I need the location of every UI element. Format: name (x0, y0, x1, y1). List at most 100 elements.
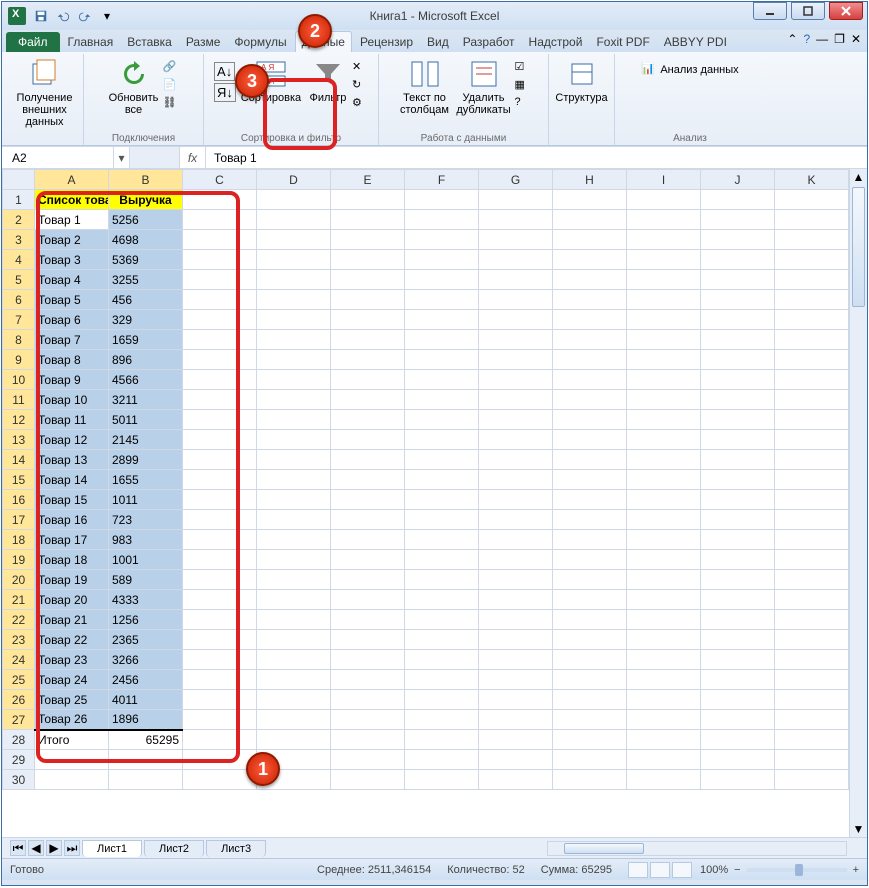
scroll-up-icon[interactable]: ▲ (850, 169, 867, 185)
cell-F19[interactable] (405, 550, 479, 570)
cell-E10[interactable] (331, 370, 405, 390)
cell-B7[interactable]: 329 (109, 310, 183, 330)
cell-A10[interactable]: Товар 9 (35, 370, 109, 390)
formula-input[interactable] (212, 150, 861, 166)
cell-H1[interactable] (553, 190, 627, 210)
cell-J12[interactable] (701, 410, 775, 430)
cell-D11[interactable] (257, 390, 331, 410)
row-head-23[interactable]: 23 (3, 630, 35, 650)
row-head-19[interactable]: 19 (3, 550, 35, 570)
cell-F29[interactable] (405, 750, 479, 770)
cell-B8[interactable]: 1659 (109, 330, 183, 350)
cell-E25[interactable] (331, 670, 405, 690)
cell-H17[interactable] (553, 510, 627, 530)
cell-I16[interactable] (627, 490, 701, 510)
cell-G14[interactable] (479, 450, 553, 470)
cell-G22[interactable] (479, 610, 553, 630)
cell-K1[interactable] (775, 190, 849, 210)
cell-J4[interactable] (701, 250, 775, 270)
tab-Данные[interactable]: Данные (295, 31, 352, 52)
cell-F3[interactable] (405, 230, 479, 250)
cell-C23[interactable] (183, 630, 257, 650)
cell-I27[interactable] (627, 710, 701, 730)
remove-duplicates-button[interactable]: Удалить дубликаты (455, 56, 513, 116)
cell-I5[interactable] (627, 270, 701, 290)
cell-B25[interactable]: 2456 (109, 670, 183, 690)
consolidate-button[interactable]: ▦ (515, 78, 531, 94)
cell-A7[interactable]: Товар 6 (35, 310, 109, 330)
cell-C20[interactable] (183, 570, 257, 590)
cell-K8[interactable] (775, 330, 849, 350)
cell-G26[interactable] (479, 690, 553, 710)
cell-G3[interactable] (479, 230, 553, 250)
cell-C3[interactable] (183, 230, 257, 250)
row-head-8[interactable]: 8 (3, 330, 35, 350)
cell-B4[interactable]: 5369 (109, 250, 183, 270)
cell-I3[interactable] (627, 230, 701, 250)
cell-A23[interactable]: Товар 22 (35, 630, 109, 650)
cell-C30[interactable] (183, 770, 257, 790)
row-head-3[interactable]: 3 (3, 230, 35, 250)
whatif-button[interactable]: ? (515, 96, 531, 112)
cell-K16[interactable] (775, 490, 849, 510)
row-head-17[interactable]: 17 (3, 510, 35, 530)
close-button[interactable] (829, 2, 863, 20)
cell-B16[interactable]: 1011 (109, 490, 183, 510)
row-head-10[interactable]: 10 (3, 370, 35, 390)
col-head-J[interactable]: J (701, 170, 775, 190)
row-head-26[interactable]: 26 (3, 690, 35, 710)
cell-B26[interactable]: 4011 (109, 690, 183, 710)
cell-K7[interactable] (775, 310, 849, 330)
cell-J3[interactable] (701, 230, 775, 250)
tab-Вставка[interactable]: Вставка (121, 32, 178, 52)
cell-J1[interactable] (701, 190, 775, 210)
cell-I20[interactable] (627, 570, 701, 590)
cell-H11[interactable] (553, 390, 627, 410)
cell-F1[interactable] (405, 190, 479, 210)
cell-A29[interactable] (35, 750, 109, 770)
cell-I24[interactable] (627, 650, 701, 670)
zoom-in-icon[interactable]: + (853, 864, 859, 876)
cell-I26[interactable] (627, 690, 701, 710)
cell-F26[interactable] (405, 690, 479, 710)
cell-K24[interactable] (775, 650, 849, 670)
cell-J6[interactable] (701, 290, 775, 310)
cell-D26[interactable] (257, 690, 331, 710)
cell-K9[interactable] (775, 350, 849, 370)
cell-D25[interactable] (257, 670, 331, 690)
cell-B12[interactable]: 5011 (109, 410, 183, 430)
cell-B10[interactable]: 4566 (109, 370, 183, 390)
cell-K12[interactable] (775, 410, 849, 430)
sheet-nav-next[interactable]: ▶ (46, 840, 62, 856)
cell-K28[interactable] (775, 730, 849, 750)
cell-D15[interactable] (257, 470, 331, 490)
cell-F9[interactable] (405, 350, 479, 370)
tab-file[interactable]: Файл (6, 32, 60, 52)
row-head-18[interactable]: 18 (3, 530, 35, 550)
cell-F11[interactable] (405, 390, 479, 410)
cell-J23[interactable] (701, 630, 775, 650)
cell-F17[interactable] (405, 510, 479, 530)
cell-H14[interactable] (553, 450, 627, 470)
scroll-thumb[interactable] (852, 187, 865, 307)
cell-E15[interactable] (331, 470, 405, 490)
cell-E6[interactable] (331, 290, 405, 310)
cell-E8[interactable] (331, 330, 405, 350)
cell-A24[interactable]: Товар 23 (35, 650, 109, 670)
cell-K14[interactable] (775, 450, 849, 470)
cell-D29[interactable] (257, 750, 331, 770)
cell-A15[interactable]: Товар 14 (35, 470, 109, 490)
cell-D16[interactable] (257, 490, 331, 510)
qat-more-icon[interactable]: ▾ (98, 7, 116, 25)
cell-H29[interactable] (553, 750, 627, 770)
reapply-button[interactable]: ↻ (352, 78, 368, 94)
cell-C2[interactable] (183, 210, 257, 230)
cell-D6[interactable] (257, 290, 331, 310)
cell-J27[interactable] (701, 710, 775, 730)
cell-A5[interactable]: Товар 4 (35, 270, 109, 290)
cell-K27[interactable] (775, 710, 849, 730)
cell-A18[interactable]: Товар 17 (35, 530, 109, 550)
cell-D13[interactable] (257, 430, 331, 450)
cell-B19[interactable]: 1001 (109, 550, 183, 570)
cell-B18[interactable]: 983 (109, 530, 183, 550)
